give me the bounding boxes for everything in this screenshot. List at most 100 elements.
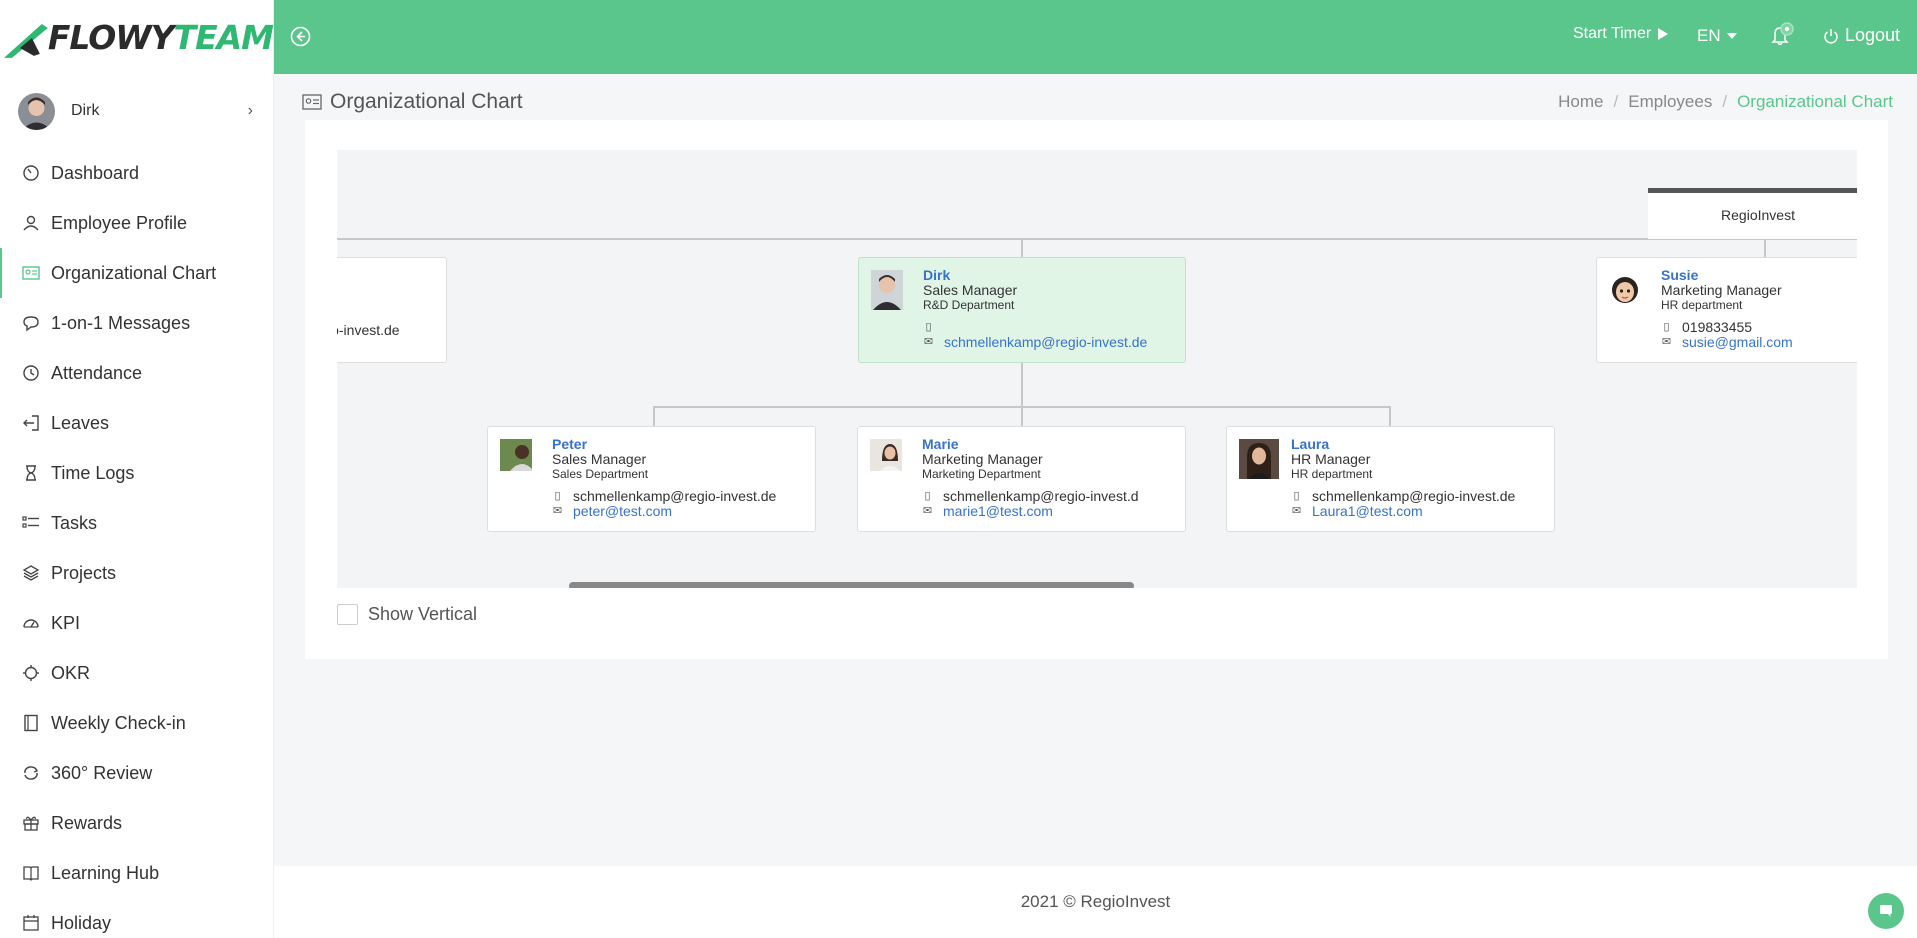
node-info: Susie Marketing Manager HR department ▯ … [1661, 268, 1793, 350]
start-timer-label: Start Timer [1573, 25, 1652, 42]
node-name[interactable]: Peter [552, 437, 776, 452]
sidebar-item-360-review[interactable]: 360° Review [0, 748, 273, 798]
chat-widget-button[interactable] [1868, 893, 1904, 929]
node-email[interactable]: schmellenkamp@regio-invest.de [944, 335, 1147, 350]
sidebar-item-label: Leaves [51, 412, 110, 433]
start-timer-button[interactable]: Start Timer [1573, 25, 1669, 43]
node-info: Laura HR Manager HR department ▯ schmell… [1291, 437, 1515, 519]
sidebar-item-label: Organizational Chart [51, 262, 217, 283]
sidebar-item-rewards[interactable]: Rewards [0, 798, 273, 848]
connector-line [337, 238, 1857, 240]
sidebar-item-learning-hub[interactable]: Learning Hub [0, 848, 273, 898]
node-department: HR department [1661, 298, 1743, 312]
notification-bell-icon[interactable] [1768, 22, 1794, 48]
sidebar-item-weekly-check-in[interactable]: Weekly Check-in [0, 698, 273, 748]
node-email[interactable]: Laura1@test.com [1312, 504, 1423, 519]
connector-line [1764, 239, 1766, 258]
sidebar-item-dashboard[interactable]: Dashboard [0, 148, 273, 198]
brand-logo[interactable]: FLOWYTEAM [0, 0, 274, 74]
sidebar-item-projects[interactable]: Projects [0, 548, 273, 598]
logo-mark-icon [3, 24, 48, 58]
node-role: Sales Manager [552, 451, 647, 467]
logout-label: Logout [1845, 25, 1901, 45]
breadcrumb-employees[interactable]: Employees [1628, 92, 1712, 112]
sidebar-item-tasks[interactable]: Tasks [0, 498, 273, 548]
node-email-partial: io-invest.de [337, 322, 400, 338]
node-role: HR Manager [1291, 451, 1371, 467]
org-node-susie[interactable]: Susie Marketing Manager HR department ▯ … [1596, 257, 1857, 363]
mail-icon: ✉ [552, 505, 563, 517]
phone-icon: ▯ [1293, 490, 1300, 502]
sidebar-item-label: Dashboard [51, 162, 140, 183]
avatar [18, 92, 55, 130]
node-phone-row: ▯ [923, 320, 1147, 335]
sidebar-item-1-on-1-messages[interactable]: 1-on-1 Messages [0, 298, 273, 348]
node-email[interactable]: peter@test.com [573, 504, 672, 519]
org-node-marie[interactable]: Marie Marketing Manager Marketing Depart… [857, 426, 1186, 532]
node-phone-row: ▯ 019833455 [1661, 320, 1793, 335]
node-department: HR department [1291, 467, 1373, 481]
language-dropdown[interactable]: EN [1697, 26, 1737, 46]
org-node-peter[interactable]: Peter Sales Manager Sales Department ▯ s… [487, 426, 816, 532]
org-node-company[interactable]: RegioInvest [1648, 188, 1857, 239]
sidebar-item-label: Learning Hub [51, 862, 160, 883]
node-info: Marie Marketing Manager Marketing Depart… [922, 437, 1139, 519]
org-node-partial[interactable]: io-invest.de [337, 257, 447, 363]
footer-copyright: 2021 © RegioInvest [1020, 892, 1171, 911]
crosshair-icon [21, 663, 41, 683]
brand-name: FLOWYTEAM [48, 17, 274, 57]
node-name[interactable]: Dirk [923, 268, 1147, 283]
node-info: Peter Sales Manager Sales Department ▯ s… [552, 437, 776, 519]
show-vertical-toggle[interactable]: Show Vertical [337, 604, 477, 625]
user-menu[interactable]: Dirk › [0, 74, 273, 148]
breadcrumb: Home / Employees / Organizational Chart [1558, 92, 1893, 112]
node-name[interactable]: Marie [922, 437, 1139, 452]
sidebar-item-organizational-chart[interactable]: Organizational Chart [0, 248, 273, 298]
mail-icon: ✉ [923, 336, 934, 348]
gauge-icon [21, 163, 41, 183]
node-info: Dirk Sales Manager R&D Department ▯ ✉ sc… [923, 268, 1147, 350]
org-node-laura[interactable]: Laura HR Manager HR department ▯ schmell… [1226, 426, 1555, 532]
language-label: EN [1697, 26, 1721, 45]
logout-button[interactable]: Logout [1823, 25, 1900, 46]
sidebar-item-time-logs[interactable]: Time Logs [0, 448, 273, 498]
topbar: Start Timer EN Logout [274, 0, 1917, 74]
org-chart-canvas[interactable]: RegioInvest io-invest.de Dirk Sales Mana… [337, 150, 1857, 588]
horizontal-scrollbar[interactable] [569, 582, 1134, 588]
sidebar-item-employee-profile[interactable]: Employee Profile [0, 198, 273, 248]
breadcrumb-separator: / [1722, 92, 1728, 111]
phone-icon: ▯ [924, 490, 931, 502]
sidebar-item-attendance[interactable]: Attendance [0, 348, 273, 398]
brand-name-part2: TEAM [173, 17, 274, 57]
person-icon [21, 213, 41, 233]
sidebar-item-holiday[interactable]: Holiday [0, 898, 273, 938]
sidebar-item-label: Holiday [51, 912, 112, 933]
collapse-sidebar-icon[interactable] [290, 26, 311, 47]
phone-icon: ▯ [1663, 321, 1670, 333]
node-department: Marketing Department [922, 467, 1041, 481]
chat-icon [21, 313, 41, 333]
node-email[interactable]: susie@gmail.com [1682, 335, 1793, 350]
company-name: RegioInvest [1721, 207, 1795, 223]
breadcrumb-home[interactable]: Home [1558, 92, 1603, 112]
node-name[interactable]: Susie [1661, 268, 1793, 283]
clock-icon [21, 363, 41, 383]
node-role: Sales Manager [923, 282, 1018, 298]
node-name[interactable]: Laura [1291, 437, 1515, 452]
org-node-dirk[interactable]: Dirk Sales Manager R&D Department ▯ ✉ sc… [858, 257, 1186, 363]
sidebar-item-okr[interactable]: OKR [0, 648, 273, 698]
node-email-row: ✉ Laura1@test.com [1291, 504, 1515, 519]
mail-icon: ✉ [1661, 336, 1672, 348]
sidebar-item-label: Projects [51, 562, 117, 583]
sidebar-item-label: Rewards [51, 812, 123, 833]
avatar [1609, 270, 1641, 310]
show-vertical-checkbox[interactable] [337, 604, 358, 625]
sidebar-item-label: Tasks [51, 512, 98, 533]
node-email-row: ✉ peter@test.com [552, 504, 776, 519]
sidebar-item-kpi[interactable]: KPI [0, 598, 273, 648]
sidebar-item-leaves[interactable]: Leaves [0, 398, 273, 448]
notebook-icon [21, 713, 41, 733]
connector-line [1021, 373, 1023, 426]
node-email[interactable]: marie1@test.com [943, 504, 1053, 519]
gift-icon [21, 813, 41, 833]
